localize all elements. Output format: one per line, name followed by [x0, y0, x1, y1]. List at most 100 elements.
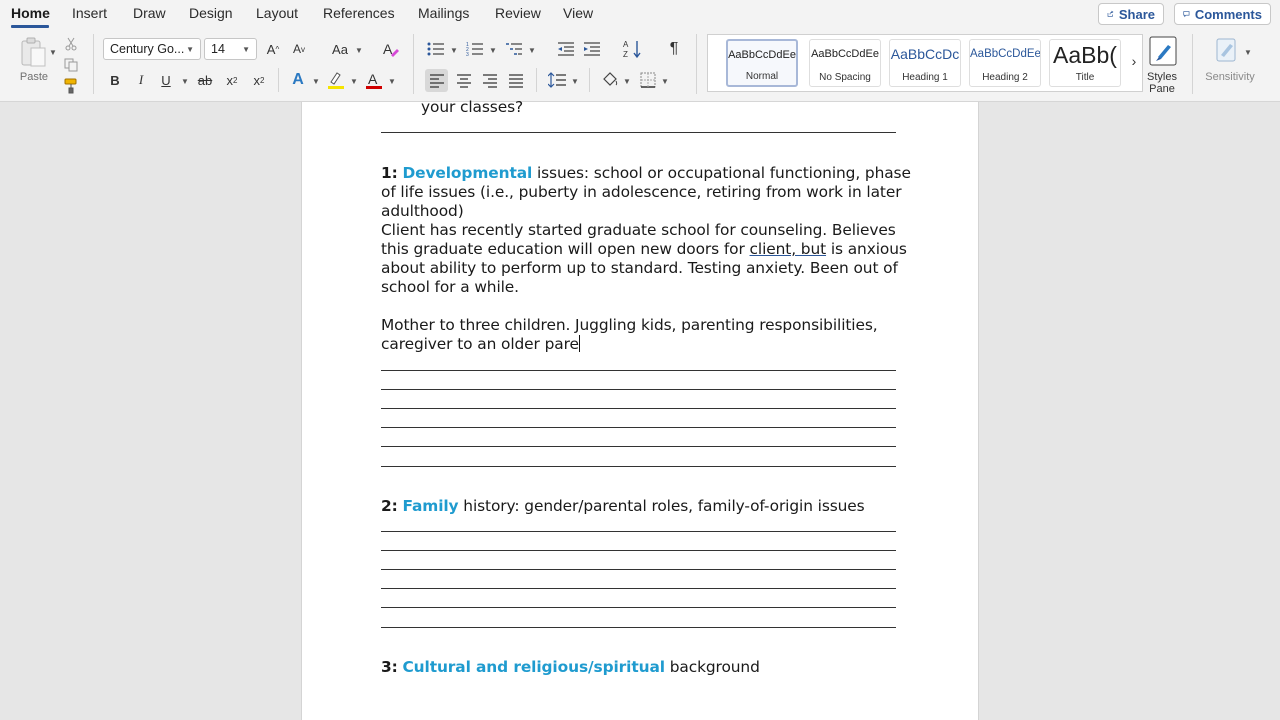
- highlight-caret[interactable]: ▼: [350, 77, 358, 86]
- document-text-line: of life issues (i.e., puberty in adolesc…: [381, 183, 902, 201]
- change-case-icon[interactable]: Aa: [329, 40, 351, 58]
- shading-caret[interactable]: ▼: [623, 77, 631, 86]
- style-heading-2[interactable]: AaBbCcDdEe Heading 2: [969, 39, 1041, 87]
- comments-label: Comments: [1194, 6, 1262, 22]
- sensitivity-caret[interactable]: ▼: [1244, 48, 1252, 57]
- superscript-icon[interactable]: x2: [250, 71, 268, 89]
- format-painter-icon[interactable]: [63, 78, 79, 94]
- cut-icon[interactable]: [63, 36, 79, 52]
- copy-icon[interactable]: [63, 57, 79, 73]
- style-title[interactable]: AaBb( Title: [1049, 39, 1121, 87]
- italic-icon[interactable]: I: [133, 71, 149, 89]
- shrink-font-icon[interactable]: Av: [290, 40, 308, 58]
- section-2-heading-line: 2: Family history: gender/parental roles…: [381, 497, 865, 515]
- document-page[interactable]: your classes? 1: Developmental issues: s…: [301, 98, 979, 720]
- bullets-caret[interactable]: ▼: [450, 46, 458, 55]
- blank-answer-line: [381, 466, 896, 467]
- multilevel-caret[interactable]: ▼: [528, 46, 536, 55]
- document-text-line: your classes?: [421, 98, 524, 116]
- font-color-icon[interactable]: A: [364, 70, 384, 90]
- section-description: issues: school or occupational functioni…: [532, 164, 911, 182]
- paste-button[interactable]: [17, 34, 51, 70]
- text-effects-caret[interactable]: ▼: [312, 77, 320, 86]
- styles-gallery: AaBbCcDdEe Normal AaBbCcDdEe No Spacing …: [707, 34, 1143, 92]
- separator: [413, 34, 414, 94]
- tab-mailings[interactable]: Mailings: [418, 5, 469, 21]
- style-normal[interactable]: AaBbCcDdEe Normal: [726, 39, 798, 87]
- borders-icon[interactable]: [637, 69, 659, 91]
- sensitivity-button[interactable]: [1212, 36, 1242, 66]
- tab-design[interactable]: Design: [189, 5, 233, 21]
- chevron-right-icon[interactable]: ›: [1127, 53, 1141, 69]
- font-name-dropdown[interactable]: Century Go... ▼: [103, 38, 201, 60]
- highlight-icon[interactable]: [326, 70, 346, 90]
- shading-icon[interactable]: [599, 69, 621, 91]
- bullets-icon[interactable]: [426, 39, 446, 59]
- text-run: this graduate education will open new do…: [381, 240, 750, 258]
- blank-answer-line: [381, 550, 896, 551]
- clipboard-icon: [21, 37, 46, 67]
- chevron-down-icon: ▼: [242, 44, 250, 54]
- section-description: background: [664, 658, 760, 676]
- align-left-button[interactable]: [425, 69, 448, 92]
- tab-references[interactable]: References: [323, 5, 395, 21]
- numbering-caret[interactable]: ▼: [489, 46, 497, 55]
- borders-caret[interactable]: ▼: [661, 77, 669, 86]
- font-name-value: Century Go...: [110, 42, 185, 56]
- subscript-icon[interactable]: x2: [223, 71, 241, 89]
- bold-icon[interactable]: B: [107, 71, 123, 89]
- blank-answer-line: [381, 446, 896, 447]
- text-run: is anxious: [826, 240, 907, 258]
- sort-icon[interactable]: AZ: [622, 38, 644, 60]
- tab-view[interactable]: View: [563, 5, 593, 21]
- align-left-icon: [429, 73, 444, 88]
- blank-answer-line: [381, 370, 896, 371]
- tab-review[interactable]: Review: [495, 5, 541, 21]
- home-ribbon-toolbar: ▼ Paste Century Go... ▼ 14 ▼ A ^ Av Aa ▼ A …: [0, 28, 1280, 102]
- share-button[interactable]: Share: [1098, 3, 1164, 25]
- separator: [1192, 34, 1193, 94]
- style-sample: AaBbCcDdEe: [811, 48, 879, 60]
- clear-formatting-icon[interactable]: A: [381, 39, 401, 59]
- align-center-icon[interactable]: [452, 69, 475, 92]
- section-number: 2:: [381, 497, 398, 515]
- line-spacing-icon[interactable]: [546, 69, 568, 91]
- align-right-icon[interactable]: [478, 69, 501, 92]
- line-spacing-caret[interactable]: ▼: [571, 77, 579, 86]
- style-name: Normal: [745, 71, 779, 82]
- strikethrough-icon[interactable]: ab: [196, 71, 214, 89]
- change-case-caret[interactable]: ▼: [355, 46, 363, 55]
- tab-draw[interactable]: Draw: [133, 5, 166, 21]
- font-color-caret[interactable]: ▼: [388, 77, 396, 86]
- underline-icon[interactable]: U: [158, 71, 174, 89]
- justify-icon[interactable]: [504, 69, 527, 92]
- tab-home[interactable]: Home: [11, 5, 50, 21]
- ribbon-tab-bar: Home Insert Draw Design Layout Reference…: [0, 0, 1280, 28]
- style-sample: AaBbCcDdEe: [728, 49, 796, 61]
- grow-font-icon[interactable]: A ^: [264, 40, 282, 58]
- paste-label: Paste: [19, 71, 49, 83]
- show-formatting-marks-icon[interactable]: ¶: [664, 38, 684, 60]
- separator: [278, 68, 279, 92]
- comments-button[interactable]: Comments: [1174, 3, 1271, 25]
- text-effects-icon[interactable]: A: [288, 70, 308, 90]
- style-no-spacing[interactable]: AaBbCcDdEe No Spacing: [809, 39, 881, 87]
- section-number: 3:: [381, 658, 398, 676]
- tab-insert[interactable]: Insert: [72, 5, 107, 21]
- underline-caret[interactable]: ▼: [181, 77, 189, 86]
- style-sample: AaBbCcDdEe: [970, 48, 1040, 60]
- styles-pane-button[interactable]: [1146, 34, 1180, 68]
- svg-text:Z: Z: [623, 50, 628, 59]
- paste-options-caret[interactable]: ▼: [49, 48, 57, 57]
- font-size-dropdown[interactable]: 14 ▼: [204, 38, 257, 60]
- grammar-flagged-text[interactable]: client, but: [750, 240, 827, 258]
- styles-pane-icon: [1149, 36, 1177, 66]
- style-heading-1[interactable]: AaBbCcDc Heading 1: [889, 39, 961, 87]
- multilevel-list-icon[interactable]: [504, 39, 524, 59]
- tab-layout[interactable]: Layout: [256, 5, 298, 21]
- section-title: Cultural and religious/spiritual: [402, 658, 665, 676]
- decrease-indent-icon[interactable]: [556, 39, 576, 59]
- document-text-line: Mother to three children. Juggling kids,…: [381, 316, 878, 334]
- numbering-icon[interactable]: 123: [465, 39, 485, 59]
- increase-indent-icon[interactable]: [582, 39, 602, 59]
